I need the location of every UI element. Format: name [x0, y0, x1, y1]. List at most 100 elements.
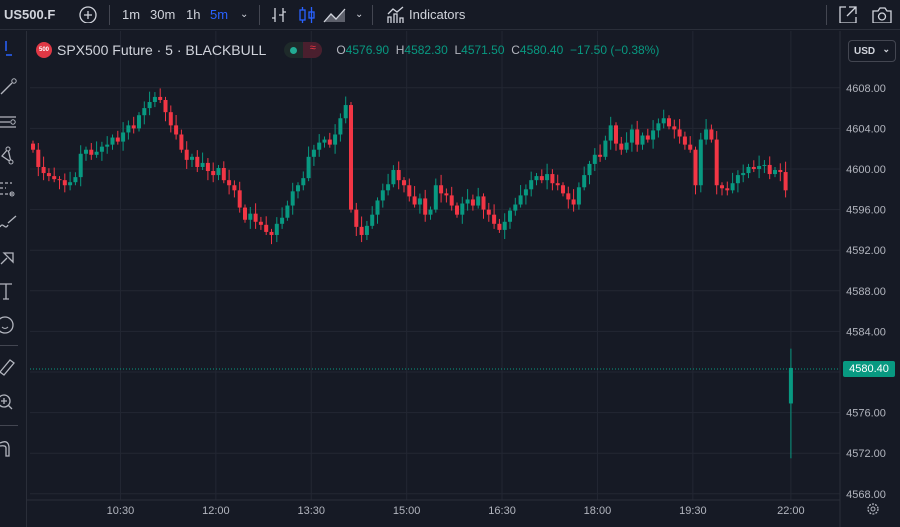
- candle-body: [523, 189, 528, 196]
- candle-body: [688, 144, 693, 150]
- currency-select[interactable]: USD ⌄: [848, 40, 896, 62]
- candle-body: [470, 199, 475, 206]
- candle: [285, 200, 290, 221]
- candle: [73, 172, 78, 186]
- candle-body: [84, 149, 88, 154]
- candle-body: [375, 200, 380, 215]
- candle-body: [486, 209, 491, 215]
- open-label: O: [336, 43, 346, 57]
- candle: [147, 91, 152, 116]
- candle-body: [253, 213, 258, 222]
- candle: [433, 178, 438, 213]
- fib-retracement-icon[interactable]: [0, 112, 22, 134]
- pattern-icon[interactable]: [0, 145, 22, 167]
- ruler-icon[interactable]: [0, 356, 22, 378]
- candle-body: [94, 151, 99, 155]
- candle-body: [709, 129, 714, 140]
- brush-icon[interactable]: [0, 213, 22, 235]
- candles-chart-type-icon[interactable]: [298, 6, 316, 24]
- candle-body: [582, 175, 587, 188]
- candle-body: [243, 207, 247, 220]
- text-tool-icon[interactable]: [0, 281, 22, 303]
- candle-body: [285, 205, 290, 218]
- candle: [349, 102, 353, 213]
- open-external-icon[interactable]: [838, 5, 858, 23]
- candle: [762, 160, 767, 174]
- candle-body: [52, 176, 57, 180]
- candle: [518, 185, 523, 208]
- candle: [179, 129, 184, 153]
- candle-body: [317, 142, 322, 150]
- candle: [614, 122, 618, 151]
- candle-body: [693, 149, 698, 186]
- candle-body: [57, 179, 62, 181]
- candle-body: [152, 96, 157, 103]
- candle: [439, 174, 444, 203]
- candle-body: [31, 143, 35, 150]
- interval-30m[interactable]: 30m: [150, 6, 175, 24]
- chart-type-chevron-icon[interactable]: ⌄: [355, 6, 363, 24]
- candle-body: [142, 108, 147, 116]
- candle-body: [492, 214, 497, 224]
- candle: [142, 101, 147, 125]
- candle: [470, 194, 475, 211]
- candle: [497, 218, 502, 233]
- indicators-icon[interactable]: [386, 6, 406, 24]
- candle: [561, 182, 565, 197]
- camera-snapshot-icon[interactable]: [871, 5, 893, 23]
- candle: [280, 207, 285, 229]
- candle: [327, 132, 332, 148]
- candle: [258, 216, 263, 230]
- zoom-in-icon[interactable]: [0, 391, 22, 413]
- candle: [57, 176, 62, 190]
- candle: [513, 197, 518, 216]
- time-axis[interactable]: 10:30 12:00 13:30 15:00 16:30 18:00 19:30 22:00: [107, 505, 805, 517]
- interval-1m[interactable]: 1m: [122, 6, 140, 24]
- emoji-icon[interactable]: [0, 314, 22, 336]
- change-value: −17.50 (−0.38%): [569, 43, 660, 57]
- settings-gear-icon[interactable]: [867, 503, 879, 515]
- candle-body: [163, 99, 168, 113]
- candle: [682, 131, 687, 150]
- compare-add-icon[interactable]: [78, 5, 98, 23]
- interval-5m[interactable]: 5m: [210, 6, 228, 24]
- candle: [529, 171, 534, 197]
- candle: [576, 182, 581, 210]
- candle: [704, 119, 709, 145]
- candle-body: [322, 139, 327, 143]
- candle: [391, 165, 396, 188]
- candle: [730, 172, 735, 194]
- bar-chart-type-icon[interactable]: [270, 6, 288, 24]
- arrow-tool-icon[interactable]: [0, 245, 22, 267]
- candle: [105, 136, 110, 154]
- candle-body: [534, 176, 539, 181]
- toolbar-divider: [0, 345, 18, 346]
- price-tick-label: 4572.00: [846, 448, 886, 460]
- magnet-icon[interactable]: [0, 437, 22, 459]
- price-axis[interactable]: 4608.00 4604.00 4600.00 4596.00 4592.00 4588.…: [846, 83, 886, 501]
- candle: [52, 167, 57, 183]
- candle: [624, 132, 629, 153]
- candle-body: [137, 115, 141, 129]
- forecasting-icon[interactable]: [0, 179, 22, 201]
- price-chart[interactable]: 4608.00 4604.00 4600.00 4596.00 4592.00 4588.…: [0, 0, 900, 527]
- candle-body: [290, 191, 295, 206]
- symbol-title[interactable]: SPX500 Future · 5 · BLACKBULL: [57, 42, 266, 58]
- crosshair-icon[interactable]: [0, 39, 22, 61]
- candle: [677, 119, 682, 144]
- candle-body: [407, 185, 412, 197]
- candle: [237, 181, 242, 213]
- candle-body: [508, 210, 512, 222]
- interval-dropdown-chevron-icon[interactable]: ⌄: [240, 6, 248, 24]
- trend-line-icon[interactable]: [0, 77, 22, 99]
- area-chart-type-icon[interactable]: [323, 6, 347, 24]
- candle: [460, 196, 465, 224]
- interval-1h[interactable]: 1h: [186, 6, 200, 24]
- candle-body: [746, 166, 751, 174]
- time-tick-label: 10:30: [107, 505, 135, 517]
- indicators-button[interactable]: Indicators: [409, 6, 465, 24]
- symbol-search[interactable]: US500.F: [4, 6, 55, 24]
- market-status-pill[interactable]: ≈: [284, 42, 323, 58]
- candle-body: [205, 162, 210, 172]
- candle: [386, 173, 391, 196]
